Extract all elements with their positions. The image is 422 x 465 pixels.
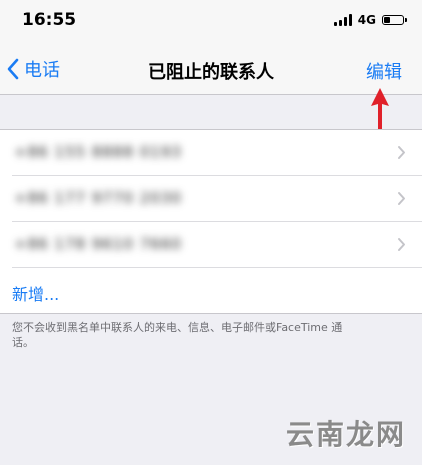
- add-new-label: 新增...: [12, 285, 60, 304]
- status-time: 16:55: [22, 10, 77, 30]
- blocked-number: +86 177 9770 2030: [14, 189, 182, 207]
- edit-button[interactable]: 编辑: [366, 58, 402, 84]
- blocked-number: +86 178 9610 7660: [14, 235, 182, 253]
- page-title: 已阻止的联系人: [148, 62, 274, 83]
- list-item[interactable]: +86 177 9770 2030: [12, 176, 422, 222]
- network-type: 4G: [357, 13, 376, 27]
- add-new-button[interactable]: 新增...: [12, 268, 422, 313]
- signal-icon: [333, 14, 352, 26]
- chevron-right-icon: [398, 146, 405, 159]
- blocked-contacts-list: +86 155 8888 0193 +86 177 9770 2030 +86 …: [0, 129, 422, 314]
- footer-note: 您不会收到黑名单中联系人的来电、信息、电子邮件或FaceTime 通话。: [12, 321, 343, 349]
- status-indicators: 4G: [333, 13, 407, 27]
- status-bar: 16:55 4G: [0, 0, 422, 44]
- watermark: 云南龙网: [285, 418, 406, 451]
- battery-icon: [382, 15, 407, 25]
- battery-level: [384, 17, 390, 23]
- list-item[interactable]: +86 155 8888 0193: [12, 130, 422, 176]
- chevron-right-icon: [398, 238, 405, 251]
- list-item[interactable]: +86 178 9610 7660: [12, 222, 422, 268]
- nav-bar: 电话 已阻止的联系人 编辑: [0, 44, 422, 95]
- blocked-number: +86 155 8888 0193: [14, 143, 182, 161]
- chevron-right-icon: [398, 192, 405, 205]
